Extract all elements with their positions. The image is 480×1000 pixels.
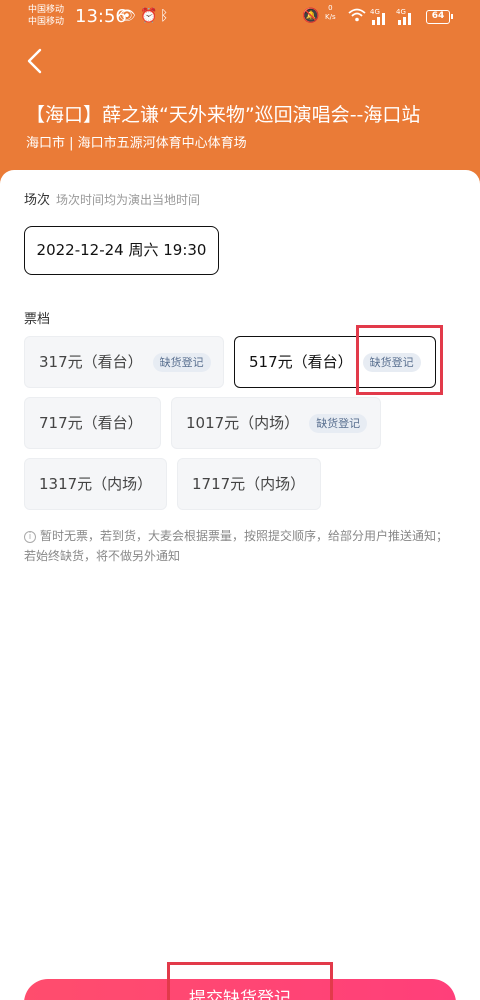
- signal-2-icon: [398, 20, 401, 25]
- carrier-1: 中国移动: [28, 5, 65, 15]
- wifi-icon: [348, 8, 366, 26]
- signal-1-icon: [372, 20, 375, 25]
- status-bar: 中国移动 中国移动 13:56 👁 ⏰ ᛒ 🔕 0 K/s 4G 4G 64: [0, 0, 480, 34]
- ticket-option[interactable]: 317元（看台） 缺货登记: [24, 336, 224, 388]
- info-icon: i: [24, 531, 36, 543]
- carrier-2: 中国移动: [28, 17, 65, 27]
- ticket-option[interactable]: 717元（看台）: [24, 397, 161, 449]
- restock-notice: i 暂时无票，若到货，大麦会根据票量，按照提交顺序，给部分用户推送通知；若始终缺货…: [24, 529, 449, 563]
- ticket-option[interactable]: 1717元（内场）: [177, 458, 321, 510]
- session-option[interactable]: 2022-12-24 周六 19:30: [24, 226, 219, 275]
- mute-bell-icon: 🔕: [302, 8, 320, 24]
- net-speed: 0 K/s: [325, 4, 336, 21]
- session-section-label: 场次 场次时间均为演出当地时间: [24, 193, 201, 208]
- event-venue: 海口市 | 海口市五源河体育中心体育场: [26, 136, 247, 151]
- back-button[interactable]: [24, 48, 48, 74]
- out-of-stock-badge: 缺货登记: [152, 353, 211, 372]
- out-of-stock-badge: 缺货登记: [309, 414, 368, 433]
- ticket-selection-sheet: 场次 场次时间均为演出当地时间 2022-12-24 周六 19:30 票档 31…: [0, 170, 480, 1000]
- ticket-option[interactable]: 1017元（内场） 缺货登记: [171, 397, 381, 449]
- ticket-option[interactable]: 1317元（内场）: [24, 458, 167, 510]
- ticket-section-label: 票档: [24, 312, 51, 327]
- session-hint: 场次时间均为演出当地时间: [56, 193, 201, 207]
- chevron-left-icon: [27, 48, 42, 74]
- event-header: 中国移动 中国移动 13:56 👁 ⏰ ᛒ 🔕 0 K/s 4G 4G 64 【…: [0, 0, 480, 190]
- highlight-box: [356, 325, 443, 395]
- battery-icon: 64: [426, 10, 453, 24]
- highlight-box: [167, 962, 333, 1000]
- eye-icon: 👁: [118, 8, 136, 24]
- carrier-info: 中国移动 中国移动: [28, 4, 64, 28]
- alarm-icon: ⏰: [140, 8, 158, 24]
- event-title: 【海口】薛之谦“天外来物”巡回演唱会--海口站: [26, 104, 421, 126]
- bluetooth-icon: ᛒ: [160, 8, 169, 24]
